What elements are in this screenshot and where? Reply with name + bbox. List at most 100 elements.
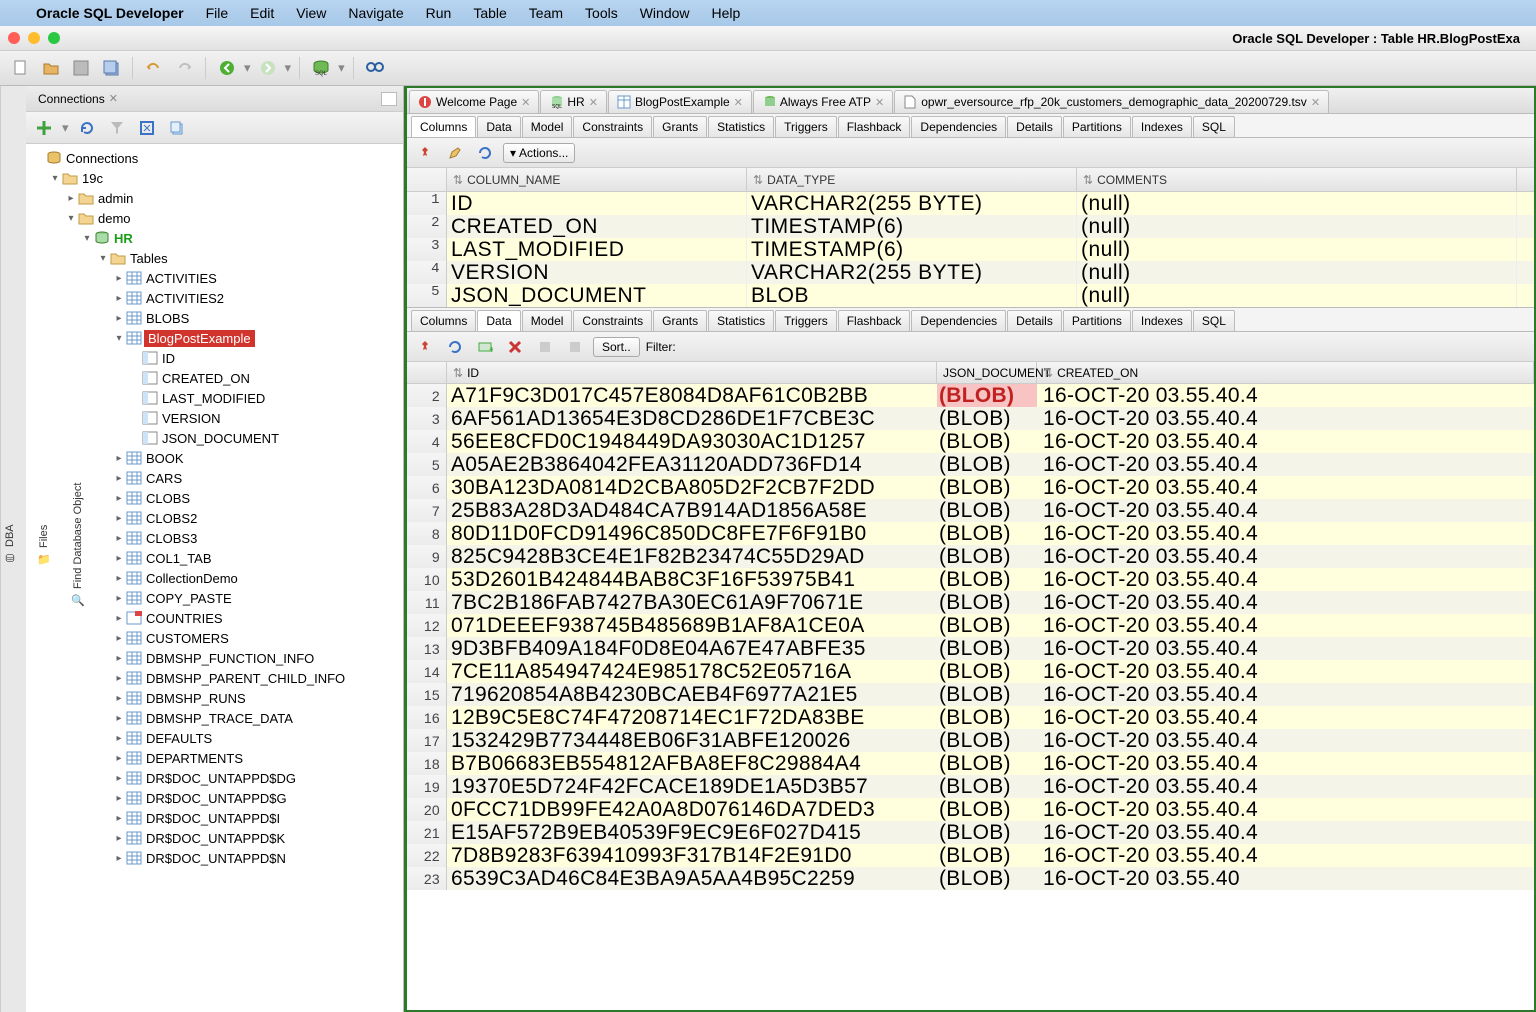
subtab-indexes[interactable]: Indexes	[1132, 310, 1192, 331]
data-row[interactable]: 6 30BA123DA0814D2CBA805D2F2CB7F2DD (BLOB…	[407, 476, 1534, 499]
data-row[interactable]: 19 19370E5D724F42FCACE189DE1A5D3B57 (BLO…	[407, 775, 1534, 798]
sort-button[interactable]: Sort..	[593, 337, 640, 357]
data-row[interactable]: 22 7D8B9283F639410993F317B14F2E91D0 (BLO…	[407, 844, 1534, 867]
copy-connection-icon[interactable]	[165, 116, 189, 140]
close-icon[interactable]: ✕	[109, 92, 118, 105]
tree-item[interactable]: ▸ DBMSHP_FUNCTION_INFO	[26, 648, 403, 668]
subtab-columns[interactable]: Columns	[411, 310, 476, 331]
menu-team[interactable]: Team	[529, 5, 563, 21]
editor-tab[interactable]: opwr_eversource_rfp_20k_customers_demogr…	[894, 90, 1329, 113]
data-row[interactable]: 12 071DEEEF938745B485689B1AF8A1CE0A (BLO…	[407, 614, 1534, 637]
tree-item[interactable]: ID	[26, 348, 403, 368]
subtab-triggers[interactable]: Triggers	[775, 116, 837, 137]
subtab-constraints[interactable]: Constraints	[573, 116, 652, 137]
menu-run[interactable]: Run	[426, 5, 452, 21]
columns-row[interactable]: 3 LAST_MODIFIED TIMESTAMP(6) (null)	[407, 238, 1534, 261]
new-icon[interactable]	[8, 55, 34, 81]
save-icon[interactable]	[68, 55, 94, 81]
columns-row[interactable]: 5 JSON_DOCUMENT BLOB (null)	[407, 284, 1534, 307]
tree-item[interactable]: ▾ demo	[26, 208, 403, 228]
tree-item[interactable]: ▾ Tables	[26, 248, 403, 268]
tree-item[interactable]: ▾ HR	[26, 228, 403, 248]
col-header-name[interactable]: ⇅COLUMN_NAME	[447, 168, 747, 191]
tree-item[interactable]: VERSION	[26, 408, 403, 428]
insert-row-icon[interactable]: +	[473, 335, 497, 359]
rail-find-db-object[interactable]: 🔍Find Database Object	[69, 477, 87, 613]
data-row[interactable]: 18 B7B06683EB554812AFBA8EF8C29884A4 (BLO…	[407, 752, 1534, 775]
tree-item[interactable]: JSON_DOCUMENT	[26, 428, 403, 448]
tree-item[interactable]: ▸ DBMSHP_PARENT_CHILD_INFO	[26, 668, 403, 688]
data-row[interactable]: 20 0FCC71DB99FE42A0A8D076146DA7DED3 (BLO…	[407, 798, 1534, 821]
data-header-id[interactable]: ⇅ID	[447, 362, 937, 383]
subtab-sql[interactable]: SQL	[1193, 116, 1235, 137]
sql-icon[interactable]: SQL	[308, 55, 334, 81]
data-header-json[interactable]: JSON_DOCUMENT	[937, 362, 1037, 383]
editor-tab[interactable]: Always Free ATP ✕	[753, 90, 893, 113]
subtab-model[interactable]: Model	[522, 310, 573, 331]
data-header-created[interactable]: ⇅CREATED_ON	[1037, 362, 1534, 383]
subtab-data[interactable]: Data	[477, 116, 520, 137]
commit-icon[interactable]	[533, 335, 557, 359]
forward-icon[interactable]	[255, 55, 281, 81]
refresh-icon[interactable]	[443, 335, 467, 359]
editor-tab[interactable]: SQL HR ✕	[540, 90, 607, 113]
close-icon[interactable]: ✕	[875, 96, 884, 109]
data-row[interactable]: 16 12B9C5E8C74F47208714EC1F72DA83BE (BLO…	[407, 706, 1534, 729]
tree-item[interactable]: ▸ DR$DOC_UNTAPPD$I	[26, 808, 403, 828]
tree-item[interactable]: ▸ BLOBS	[26, 308, 403, 328]
data-row[interactable]: 14 7CE11A854947424E985178C52E05716A (BLO…	[407, 660, 1534, 683]
tree-item[interactable]: CREATED_ON	[26, 368, 403, 388]
subtab-statistics[interactable]: Statistics	[708, 116, 774, 137]
columns-row[interactable]: 1 ID VARCHAR2(255 BYTE) (null)	[407, 192, 1534, 215]
filter-input[interactable]	[682, 338, 822, 356]
filter-icon[interactable]	[105, 116, 129, 140]
close-icon[interactable]: ✕	[1311, 96, 1320, 109]
tree-item[interactable]: ▸ admin	[26, 188, 403, 208]
menu-view[interactable]: View	[296, 5, 326, 21]
menu-edit[interactable]: Edit	[250, 5, 274, 21]
menu-navigate[interactable]: Navigate	[348, 5, 403, 21]
editor-tab[interactable]: Welcome Page ✕	[409, 90, 539, 113]
data-row[interactable]: 4 56EE8CFD0C1948449DA93030AC1D1257 (BLOB…	[407, 430, 1534, 453]
save-all-icon[interactable]	[98, 55, 124, 81]
subtab-flashback[interactable]: Flashback	[838, 116, 911, 137]
tree-item[interactable]: ▸ BOOK	[26, 448, 403, 468]
subtab-grants[interactable]: Grants	[653, 310, 707, 331]
subtab-triggers[interactable]: Triggers	[775, 310, 837, 331]
data-row[interactable]: 21 E15AF572B9EB40539F9EC9E6F027D415 (BLO…	[407, 821, 1534, 844]
undo-icon[interactable]	[141, 55, 167, 81]
tree-item[interactable]: ▸ DR$DOC_UNTAPPD$DG	[26, 768, 403, 788]
data-row[interactable]: 23 6539C3AD46C84E3BA9A5AA4B95C2259 (BLOB…	[407, 867, 1534, 890]
close-window-button[interactable]	[8, 32, 20, 44]
data-row[interactable]: 8 80D11D0FCD91496C850DC8FE7F6F91B0 (BLOB…	[407, 522, 1534, 545]
data-row[interactable]: 9 825C9428B3CE4E1F82B23474C55D29AD (BLOB…	[407, 545, 1534, 568]
data-row[interactable]: 15 719620854A8B4230BCAEB4F6977A21E5 (BLO…	[407, 683, 1534, 706]
tree-item[interactable]: ▸ DEFAULTS	[26, 728, 403, 748]
data-row[interactable]: 11 7BC2B186FAB7427BA30EC61A9F70671E (BLO…	[407, 591, 1534, 614]
subtab-sql[interactable]: SQL	[1193, 310, 1235, 331]
tree-item[interactable]: ▸ DEPARTMENTS	[26, 748, 403, 768]
data-row[interactable]: 2 A71F9C3D017C457E8084D8AF61C0B2BB (BLOB…	[407, 384, 1534, 407]
subtab-grants[interactable]: Grants	[653, 116, 707, 137]
tree-item[interactable]: ▸ DR$DOC_UNTAPPD$G	[26, 788, 403, 808]
rail-files[interactable]: 📁Files	[35, 518, 53, 571]
open-icon[interactable]	[38, 55, 64, 81]
rollback-icon[interactable]	[563, 335, 587, 359]
close-icon[interactable]: ✕	[521, 96, 530, 109]
actions-dropdown[interactable]: ▾Actions...	[503, 143, 575, 163]
subtab-dependencies[interactable]: Dependencies	[911, 116, 1006, 137]
pin-icon[interactable]	[413, 335, 437, 359]
find-icon[interactable]	[362, 55, 388, 81]
columns-row[interactable]: 4 VERSION VARCHAR2(255 BYTE) (null)	[407, 261, 1534, 284]
menu-table[interactable]: Table	[473, 5, 506, 21]
menu-help[interactable]: Help	[712, 5, 741, 21]
menu-tools[interactable]: Tools	[585, 5, 618, 21]
subtab-model[interactable]: Model	[522, 116, 573, 137]
data-row[interactable]: 10 53D2601B424844BAB8C3F16F53975B41 (BLO…	[407, 568, 1534, 591]
subtab-columns[interactable]: Columns	[411, 116, 476, 137]
tns-icon[interactable]	[135, 116, 159, 140]
close-icon[interactable]: ✕	[589, 96, 598, 109]
tree-item[interactable]: ▸ DR$DOC_UNTAPPD$N	[26, 848, 403, 868]
col-header-comments[interactable]: ⇅COMMENTS	[1077, 168, 1517, 191]
subtab-constraints[interactable]: Constraints	[573, 310, 652, 331]
